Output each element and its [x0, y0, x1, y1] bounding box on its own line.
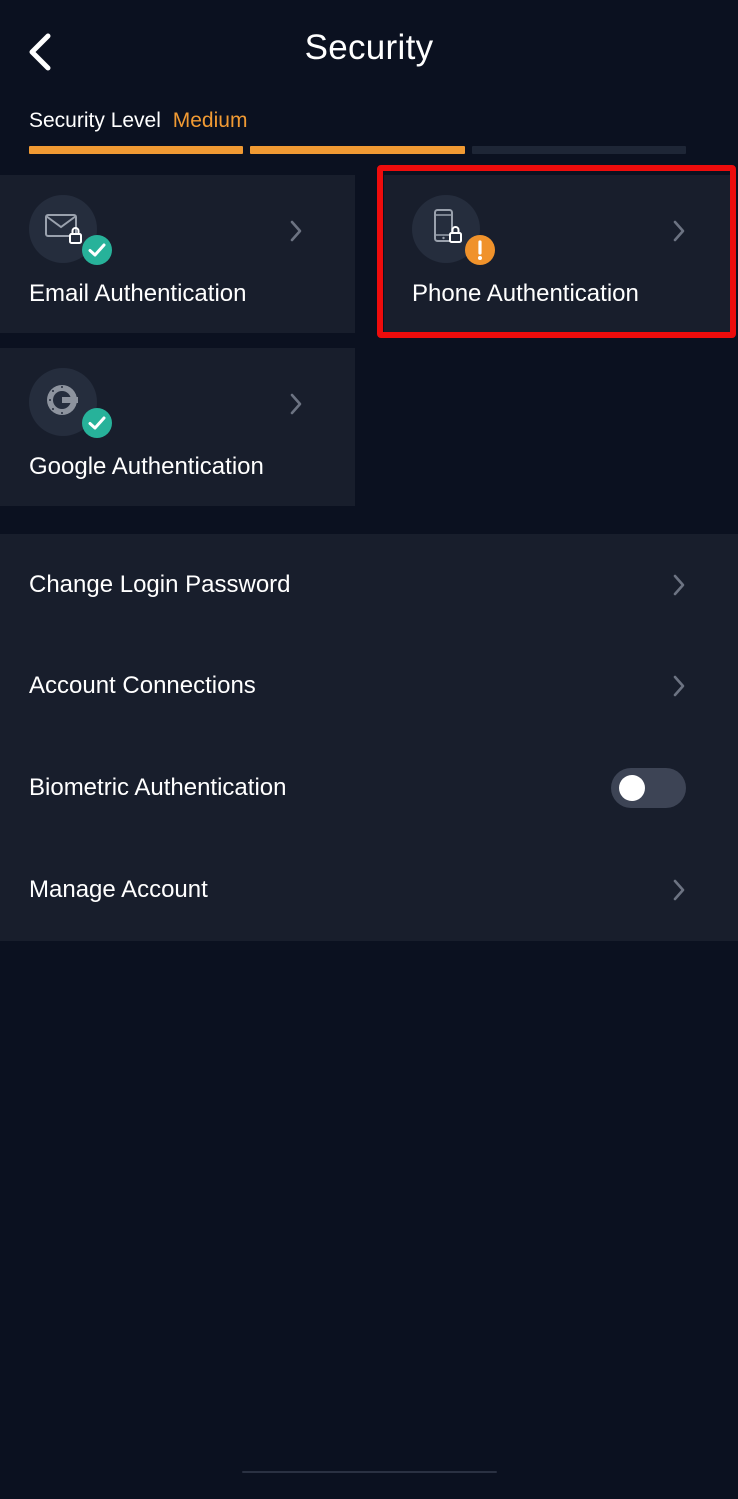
exclamation-badge-icon — [478, 240, 482, 260]
chevron-right-icon — [673, 574, 685, 595]
google-authentication-label: Google Authentication — [29, 453, 264, 480]
chevron-right-icon — [673, 879, 685, 900]
email-auth-icon-circle — [29, 195, 112, 265]
warning-badge — [465, 235, 495, 265]
page-title: Security — [304, 28, 434, 67]
account-connections-row[interactable]: Account Connections — [0, 635, 738, 736]
security-level-segment-1 — [29, 146, 244, 154]
security-level-segment-3 — [471, 146, 686, 154]
manage-account-row[interactable]: Manage Account — [0, 839, 738, 940]
security-screen: Security Security Level Medium Email Aut… — [0, 0, 738, 1499]
verified-badge — [82, 235, 112, 265]
verified-badge — [82, 408, 112, 438]
google-auth-icon-circle — [29, 368, 112, 438]
security-level-segment-2 — [250, 146, 465, 154]
phone-authentication-label: Phone Authentication — [412, 280, 639, 307]
chevron-right-icon — [673, 220, 685, 242]
settings-list: Change Login Password Account Connection… — [0, 534, 738, 941]
check-badge-icon — [88, 243, 106, 257]
biometric-authentication-row: Biometric Authentication — [0, 737, 738, 838]
change-login-password-label: Change Login Password — [29, 570, 291, 598]
account-connections-label: Account Connections — [29, 671, 256, 699]
phone-authentication-card[interactable]: Phone Authentication — [384, 175, 730, 332]
check-badge-icon — [88, 416, 106, 430]
biometric-authentication-toggle[interactable] — [611, 767, 686, 808]
phone-auth-icon-circle — [412, 195, 495, 265]
change-login-password-row[interactable]: Change Login Password — [0, 534, 738, 635]
security-level-value: Medium — [172, 109, 248, 132]
google-authentication-card[interactable]: Google Authentication — [0, 348, 355, 506]
biometric-authentication-label: Biometric Authentication — [29, 773, 287, 801]
security-level-meter — [29, 146, 686, 154]
chevron-right-icon — [673, 675, 685, 696]
manage-account-label: Manage Account — [29, 875, 208, 903]
chevron-right-icon — [290, 220, 302, 242]
security-level-label: Security Level — [29, 109, 161, 132]
email-authentication-label: Email Authentication — [29, 280, 247, 307]
chevron-right-icon — [290, 393, 302, 415]
home-indicator — [242, 1471, 497, 1473]
toggle-knob — [619, 774, 645, 801]
email-authentication-card[interactable]: Email Authentication — [0, 175, 355, 333]
security-level: Security Level Medium — [29, 109, 247, 133]
